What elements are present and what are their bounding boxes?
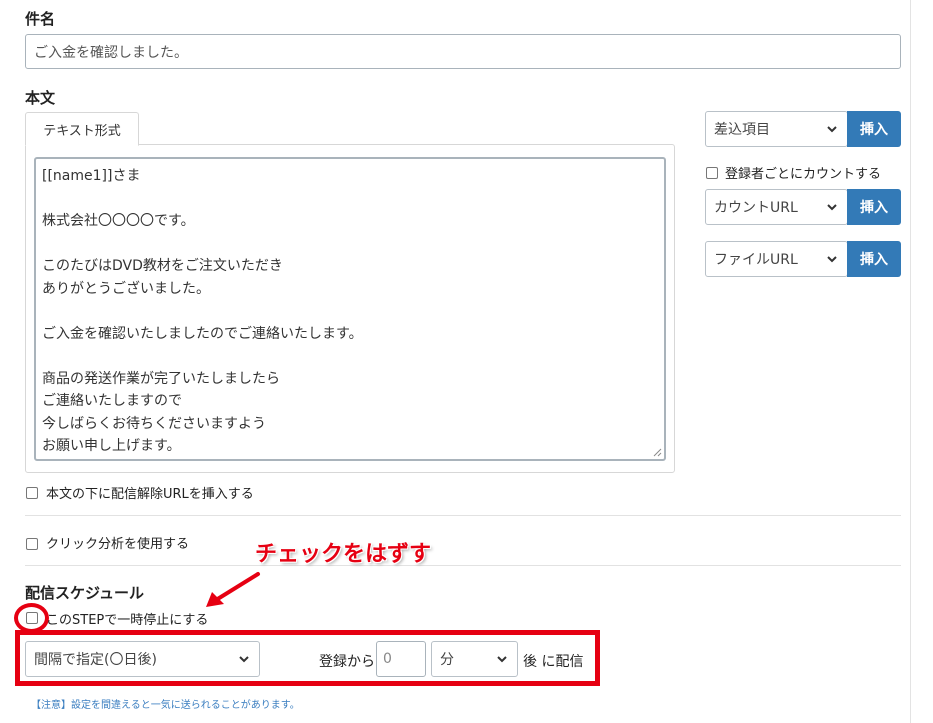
delay-unit-select[interactable]: 分 bbox=[431, 641, 518, 677]
unsubscribe-url-label: 本文の下に配信解除URLを挿入する bbox=[46, 487, 254, 502]
merge-field-select-value: 差込項目 bbox=[714, 122, 770, 138]
body-text-line: 商品の発送作業が完了いたしましたら bbox=[42, 370, 280, 387]
divider bbox=[25, 515, 901, 516]
tab-text-format[interactable]: テキスト形式 bbox=[25, 112, 139, 146]
file-url-select-value: ファイルURL bbox=[714, 252, 798, 268]
body-text-line bbox=[42, 345, 658, 368]
chevron-down-icon bbox=[239, 656, 249, 663]
count-per-subscriber-checkbox[interactable] bbox=[706, 167, 718, 179]
body-text-line: 今しばらくお待ちくださいますよう bbox=[42, 415, 266, 432]
count-per-subscriber-label: 登録者ごとにカウントする bbox=[725, 167, 882, 182]
from-registration-label: 登録から bbox=[319, 654, 375, 670]
delay-number-input[interactable]: 0 bbox=[376, 641, 426, 677]
count-url-select-value: カウントURL bbox=[714, 200, 798, 216]
body-textarea[interactable]: [[name1]]さま株式会社〇〇〇〇です。このたびはDVD教材をご注文いただき… bbox=[34, 157, 666, 461]
body-text-line: お願い申し上げます。 bbox=[42, 438, 181, 454]
annotation-arrow-icon bbox=[206, 572, 260, 607]
body-text-line bbox=[42, 233, 658, 256]
after-deliver-label: 後 に配信 bbox=[523, 654, 584, 670]
unsubscribe-url-checkbox[interactable] bbox=[26, 487, 38, 499]
click-analysis-checkbox[interactable] bbox=[26, 538, 38, 550]
body-text-line: ありがとうございました。 bbox=[42, 280, 210, 297]
interval-select[interactable]: 間隔で指定(〇日後) bbox=[25, 641, 260, 677]
body-text-line: このたびはDVD教材をご注文いただき bbox=[42, 258, 283, 274]
insert-file-url-button[interactable]: 挿入 bbox=[847, 241, 901, 277]
subject-input[interactable]: ご入金を確認しました。 bbox=[25, 34, 901, 69]
chevron-down-icon bbox=[827, 204, 837, 211]
click-analysis-label: クリック分析を使用する bbox=[46, 537, 190, 552]
count-url-select[interactable]: カウントURL bbox=[705, 189, 848, 225]
body-text-line: ご連絡いたしますので bbox=[42, 393, 182, 409]
file-url-select[interactable]: ファイルURL bbox=[705, 241, 848, 277]
schedule-label: 配信スケジュール bbox=[25, 584, 144, 602]
body-text-line: 株式会社〇〇〇〇です。 bbox=[42, 213, 195, 229]
body-text-line bbox=[42, 188, 658, 211]
schedule-warning-note: 【注意】設定を間違えると一気に送られることがあります。 bbox=[31, 700, 300, 711]
body-text-line: [[name1]]さま bbox=[42, 168, 141, 184]
chevron-down-icon bbox=[497, 656, 507, 663]
divider bbox=[25, 565, 901, 566]
interval-select-value: 間隔で指定(〇日後) bbox=[34, 652, 157, 668]
insert-count-url-button[interactable]: 挿入 bbox=[847, 189, 901, 225]
chevron-down-icon bbox=[827, 256, 837, 263]
subject-label: 件名 bbox=[25, 10, 56, 28]
chevron-down-icon bbox=[827, 126, 837, 133]
body-text-line: ご入金を確認いたしましたのでご連絡いたします。 bbox=[42, 325, 363, 342]
body-label: 本文 bbox=[25, 89, 56, 107]
insert-merge-button[interactable]: 挿入 bbox=[847, 111, 901, 147]
merge-field-select[interactable]: 差込項目 bbox=[705, 111, 848, 147]
annotation-callout: チェックをはずす bbox=[255, 542, 432, 567]
page-frame-border bbox=[910, 0, 911, 723]
pause-step-label: このSTEPで一時停止にする bbox=[46, 613, 209, 628]
resize-grip-icon[interactable] bbox=[653, 448, 662, 457]
body-text-line bbox=[42, 300, 658, 323]
pause-step-checkbox[interactable] bbox=[26, 612, 38, 624]
delay-unit-select-value: 分 bbox=[440, 652, 454, 668]
